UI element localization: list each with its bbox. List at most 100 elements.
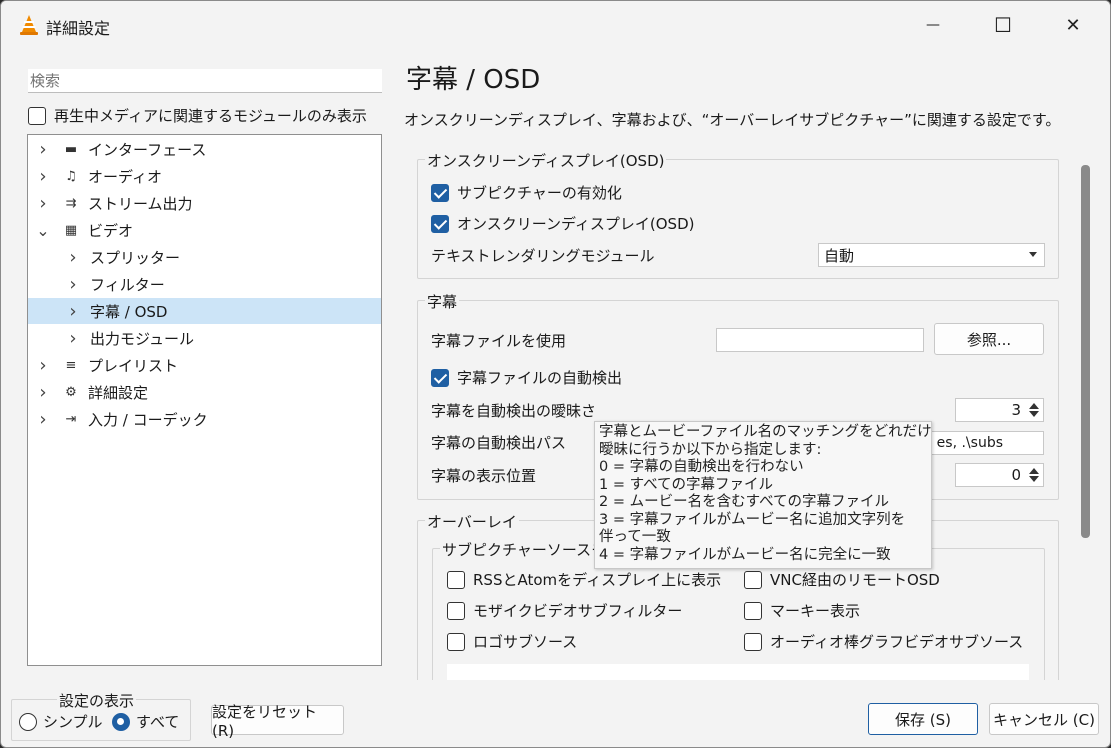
tooltip-line: 曖昧に行うか以下から指定します: <box>599 441 822 458</box>
overlay-option-label: VNC経由のリモートOSD <box>770 571 940 589</box>
only-current-media-label: 再生中メディアに関連するモジュールのみ表示 <box>54 107 367 125</box>
chevron-down-icon[interactable]: ⌄ <box>36 221 50 240</box>
chevron-right-icon[interactable]: › <box>66 328 80 349</box>
tree-item-label: 入力 / コーデック <box>88 410 208 429</box>
page-description: オンスクリーンディスプレイ、字幕および、“オーバーレイサブピクチャー”に関連する… <box>404 111 1061 129</box>
simple-mode-label: シンプル <box>43 713 103 731</box>
chevron-right-icon[interactable]: › <box>36 382 50 403</box>
overlay-option-checkbox[interactable] <box>447 570 465 589</box>
text-rendering-select[interactable]: 自動 <box>818 243 1045 267</box>
advanced-settings-icon: ⚙ <box>65 384 77 400</box>
subpicture-enable-checkbox[interactable] <box>431 183 449 202</box>
subpicture-enable-option[interactable]: サブピクチャーの有効化 <box>431 182 622 203</box>
window-title: 詳細設定 <box>46 19 111 38</box>
tree-item[interactable]: › ⚙ 詳細設定 <box>28 379 381 405</box>
close-icon: ✕ <box>1065 14 1081 36</box>
spin-down-icon[interactable] <box>1029 411 1039 417</box>
tree-item-label: ビデオ <box>88 221 134 240</box>
tree-item[interactable]: › フィルター <box>28 271 381 297</box>
text-rendering-label: テキストレンダリングモジュール <box>431 247 655 265</box>
stream-output-icon: ⇉ <box>65 195 77 211</box>
scrollbar-thumb[interactable] <box>1081 165 1090 538</box>
subpicture-enable-label: サブピクチャーの有効化 <box>457 184 622 202</box>
spin-down-icon[interactable] <box>1029 476 1039 482</box>
tree-item[interactable]: › ▬ インターフェース <box>28 136 381 162</box>
autodetect-path-value: es, .\subs <box>936 435 1003 451</box>
chevron-right-icon[interactable]: › <box>36 193 50 214</box>
browse-button[interactable]: 参照... <box>934 323 1044 355</box>
osd-enable-checkbox[interactable] <box>431 214 449 233</box>
tree-item-label: インターフェース <box>88 140 207 159</box>
chevron-right-icon[interactable]: › <box>36 409 50 430</box>
tree-item-label: プレイリスト <box>88 356 179 375</box>
tooltip-line: 1 = すべての字幕ファイル <box>599 476 773 493</box>
tree-item[interactable]: › 字幕 / OSD <box>28 298 381 324</box>
search-input[interactable] <box>28 69 382 93</box>
tree-item[interactable]: ⌄ ▦ ビデオ <box>28 217 381 243</box>
footer: 設定の表示 シンプル すべて 設定をリセット (R) 保存 (S) キャンセル … <box>1 689 1110 747</box>
overlay-option-checkbox[interactable] <box>744 632 762 651</box>
overlay-option[interactable]: モザイクビデオサブフィルター <box>447 600 682 621</box>
chevron-right-icon[interactable]: › <box>66 301 80 322</box>
simple-mode-option[interactable]: シンプル <box>19 711 103 732</box>
all-mode-option[interactable]: すべて <box>112 711 179 732</box>
tree-item-label: ストリーム出力 <box>88 194 193 213</box>
spin-up-icon[interactable] <box>1029 403 1039 409</box>
osd-enable-option[interactable]: オンスクリーンディスプレイ(OSD) <box>431 213 694 234</box>
autodetect-label: 字幕ファイルの自動検出 <box>457 369 623 387</box>
chevron-right-icon[interactable]: › <box>36 139 50 160</box>
category-tree[interactable]: › ▬ インターフェース › ♫ オーディオ › ⇉ ストリーム出力 ⌄ ▦ ビデオ › スプリッター › フ… <box>27 134 382 666</box>
overlay-option[interactable]: オーディオ棒グラフビデオサブソース <box>744 631 1023 652</box>
close-button[interactable]: ✕ <box>1051 9 1095 41</box>
tooltip-line: 字幕とムービーファイル名のマッチングをどれだけ <box>599 424 932 440</box>
overlay-option-label: マーキー表示 <box>770 602 861 620</box>
chevron-down-icon <box>1029 252 1037 257</box>
title-bar: 詳細設定 — ☐ ✕ <box>1 1 1110 49</box>
tree-item-label: オーディオ <box>88 167 162 186</box>
all-mode-radio[interactable] <box>112 712 130 731</box>
autodetect-option[interactable]: 字幕ファイルの自動検出 <box>431 367 622 388</box>
tree-item[interactable]: › 出力モジュール <box>28 325 381 351</box>
subtitle-position-spinbox[interactable]: 0 <box>955 463 1044 487</box>
overlay-option[interactable]: RSSとAtomをディスプレイ上に表示 <box>447 569 721 590</box>
autodetect-checkbox[interactable] <box>431 368 449 387</box>
minimize-button[interactable]: — <box>911 9 955 41</box>
simple-mode-radio[interactable] <box>19 712 37 731</box>
tree-item-label: 出力モジュール <box>90 329 194 348</box>
tree-item[interactable]: › ♫ オーディオ <box>28 163 381 189</box>
overlay-list-area <box>447 664 1029 680</box>
overlay-option-label: オーディオ棒グラフビデオサブソース <box>770 633 1024 651</box>
subtitle-position-value: 0 <box>1011 466 1021 484</box>
chevron-right-icon[interactable]: › <box>66 247 80 268</box>
tree-item[interactable]: › スプリッター <box>28 244 381 270</box>
overlay-option[interactable]: マーキー表示 <box>744 600 860 621</box>
overlay-option-checkbox[interactable] <box>744 570 762 589</box>
overlay-option[interactable]: VNC経由のリモートOSD <box>744 569 940 590</box>
only-current-media-toggle[interactable]: 再生中メディアに関連するモジュールのみ表示 <box>28 105 367 126</box>
tooltip-line: 3 = 字幕ファイルがムービー名に追加文字列を <box>599 511 906 528</box>
reset-button[interactable]: 設定をリセット (R) <box>211 703 344 740</box>
spin-up-icon[interactable] <box>1029 468 1039 474</box>
maximize-icon: ☐ <box>994 13 1012 37</box>
overlay-option-label: ロゴサブソース <box>473 633 578 651</box>
tree-item-label: 字幕 / OSD <box>90 302 168 321</box>
only-current-media-checkbox[interactable] <box>28 106 46 125</box>
tree-item[interactable]: › ⇥ 入力 / コーデック <box>28 406 381 432</box>
subtitle-file-input[interactable] <box>716 328 924 352</box>
video-icon: ▦ <box>64 222 78 238</box>
tree-item[interactable]: › ≡ プレイリスト <box>28 352 381 378</box>
chevron-right-icon[interactable]: › <box>36 355 50 376</box>
maximize-button[interactable]: ☐ <box>981 9 1025 41</box>
cancel-button[interactable]: キャンセル (C) <box>989 703 1099 735</box>
tree-item-label: スプリッター <box>90 248 181 267</box>
chevron-right-icon[interactable]: › <box>66 274 80 295</box>
chevron-right-icon[interactable]: › <box>36 166 50 187</box>
fuzziness-spinbox[interactable]: 3 <box>955 398 1044 422</box>
overlay-option-checkbox[interactable] <box>744 601 762 620</box>
tree-item[interactable]: › ⇉ ストリーム出力 <box>28 190 381 216</box>
osd-group-title: オンスクリーンディスプレイ(OSD) <box>425 150 667 171</box>
overlay-option-checkbox[interactable] <box>447 601 465 620</box>
overlay-option-checkbox[interactable] <box>447 632 465 651</box>
save-button[interactable]: 保存 (S) <box>868 703 978 735</box>
overlay-option[interactable]: ロゴサブソース <box>447 631 577 652</box>
